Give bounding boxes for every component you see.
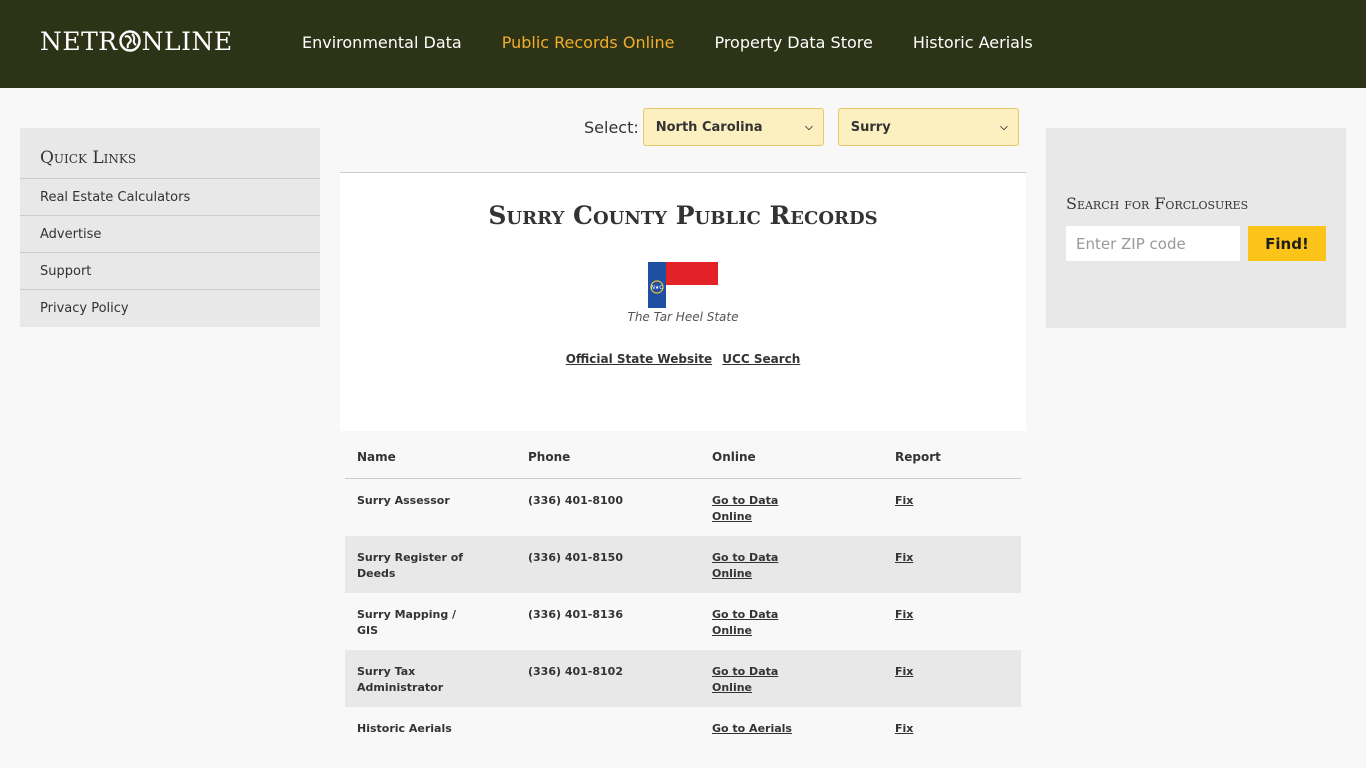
records-table: Name Phone Online Report Surry Assessor …: [345, 434, 1021, 764]
state-links: Official State Website UCC Search: [340, 352, 1026, 366]
fix-link[interactable]: Fix: [895, 551, 913, 564]
column-header-online: Online: [712, 450, 756, 464]
record-name: Surry Assessor: [357, 494, 450, 507]
fix-link[interactable]: Fix: [895, 665, 913, 678]
go-to-data-online-link[interactable]: Go to Data Online: [712, 550, 782, 582]
record-phone: (336) 401-8100: [528, 494, 623, 507]
link-advertise[interactable]: Advertise: [40, 227, 101, 242]
column-header-name: Name: [357, 450, 396, 464]
table-row: Surry Mapping / GIS (336) 401-8136 Go to…: [345, 593, 1021, 650]
north-carolina-flag-icon: N★C: [648, 262, 718, 308]
county-card: Surry County Public Records N★C The Tar …: [340, 172, 1026, 431]
fix-link[interactable]: Fix: [895, 608, 913, 621]
find-button[interactable]: Find!: [1248, 226, 1326, 261]
quick-link-item: Privacy Policy: [20, 290, 320, 327]
record-phone: [528, 721, 712, 764]
county-select-value: Surry: [850, 119, 891, 135]
svg-text:N★C: N★C: [651, 285, 663, 291]
nav-environmental-data[interactable]: Environmental Data: [302, 33, 462, 53]
record-phone: (336) 401-8136: [528, 608, 623, 621]
nav-property-data-store[interactable]: Property Data Store: [714, 33, 872, 53]
fix-link[interactable]: Fix: [895, 494, 913, 507]
foreclosure-search-panel: Search for Forclosures Find!: [1046, 128, 1346, 328]
county-select[interactable]: Surry ⌵: [837, 108, 1019, 146]
nav-public-records-online[interactable]: Public Records Online: [502, 33, 675, 53]
table-row: Surry Register of Deeds (336) 401-8150 G…: [345, 536, 1021, 593]
table-row: Surry Tax Administrator (336) 401-8102 G…: [345, 650, 1021, 707]
page-title: Surry County Public Records: [488, 201, 878, 230]
link-privacy-policy[interactable]: Privacy Policy: [40, 301, 129, 316]
record-name: Surry Tax Administrator: [357, 665, 444, 694]
go-to-data-online-link[interactable]: Go to Data Online: [712, 493, 782, 525]
record-name: Historic Aerials: [357, 722, 452, 735]
main-nav: Environmental Data Public Records Online…: [302, 33, 1033, 53]
select-label: Select:: [584, 117, 639, 137]
location-selector: Select: North Carolina ⌵ Surry ⌵: [584, 108, 1019, 146]
site-header: NETR NLINE Environmental Data Public Rec…: [0, 0, 1366, 88]
state-motto: The Tar Heel State: [627, 310, 739, 324]
quick-link-item: Real Estate Calculators: [20, 179, 320, 216]
quick-links-panel: Quick Links Real Estate Calculators Adve…: [20, 128, 320, 327]
state-select-value: North Carolina: [655, 119, 763, 135]
record-name: Surry Mapping / GIS: [357, 608, 457, 637]
quick-link-item: Support: [20, 253, 320, 290]
globe-icon: [118, 30, 141, 52]
record-name: Surry Register of Deeds: [357, 551, 464, 580]
table-header: Name Phone Online Report: [345, 434, 1021, 479]
table-row: Historic Aerials Go to Aerials Fix: [345, 707, 1021, 764]
quick-link-item: Advertise: [20, 216, 320, 253]
column-header-report: Report: [895, 450, 941, 464]
fix-link[interactable]: Fix: [895, 722, 913, 735]
official-state-website-link[interactable]: Official State Website: [566, 352, 712, 366]
go-to-aerials-link[interactable]: Go to Aerials: [712, 721, 792, 737]
nav-historic-aerials[interactable]: Historic Aerials: [913, 33, 1033, 53]
record-phone: (336) 401-8102: [528, 665, 623, 678]
go-to-data-online-link[interactable]: Go to Data Online: [712, 664, 782, 696]
chevron-down-icon: ⌵: [1000, 121, 1008, 133]
record-phone: (336) 401-8150: [528, 551, 623, 564]
logo-text-left: NETR: [40, 26, 118, 56]
logo-text-right: NLINE: [141, 26, 233, 56]
chevron-down-icon: ⌵: [805, 121, 813, 133]
column-header-phone: Phone: [528, 450, 571, 464]
state-select[interactable]: North Carolina ⌵: [642, 108, 824, 146]
link-support[interactable]: Support: [40, 264, 91, 279]
table-row: Surry Assessor (336) 401-8100 Go to Data…: [345, 479, 1021, 536]
go-to-data-online-link[interactable]: Go to Data Online: [712, 607, 782, 639]
zip-code-input[interactable]: [1066, 226, 1240, 261]
ucc-search-link[interactable]: UCC Search: [722, 352, 800, 366]
link-real-estate-calculators[interactable]: Real Estate Calculators: [40, 190, 190, 205]
quick-links-title: Quick Links: [20, 128, 320, 179]
site-logo[interactable]: NETR NLINE: [40, 26, 233, 56]
foreclosure-title: Search for Forclosures: [1066, 194, 1249, 213]
